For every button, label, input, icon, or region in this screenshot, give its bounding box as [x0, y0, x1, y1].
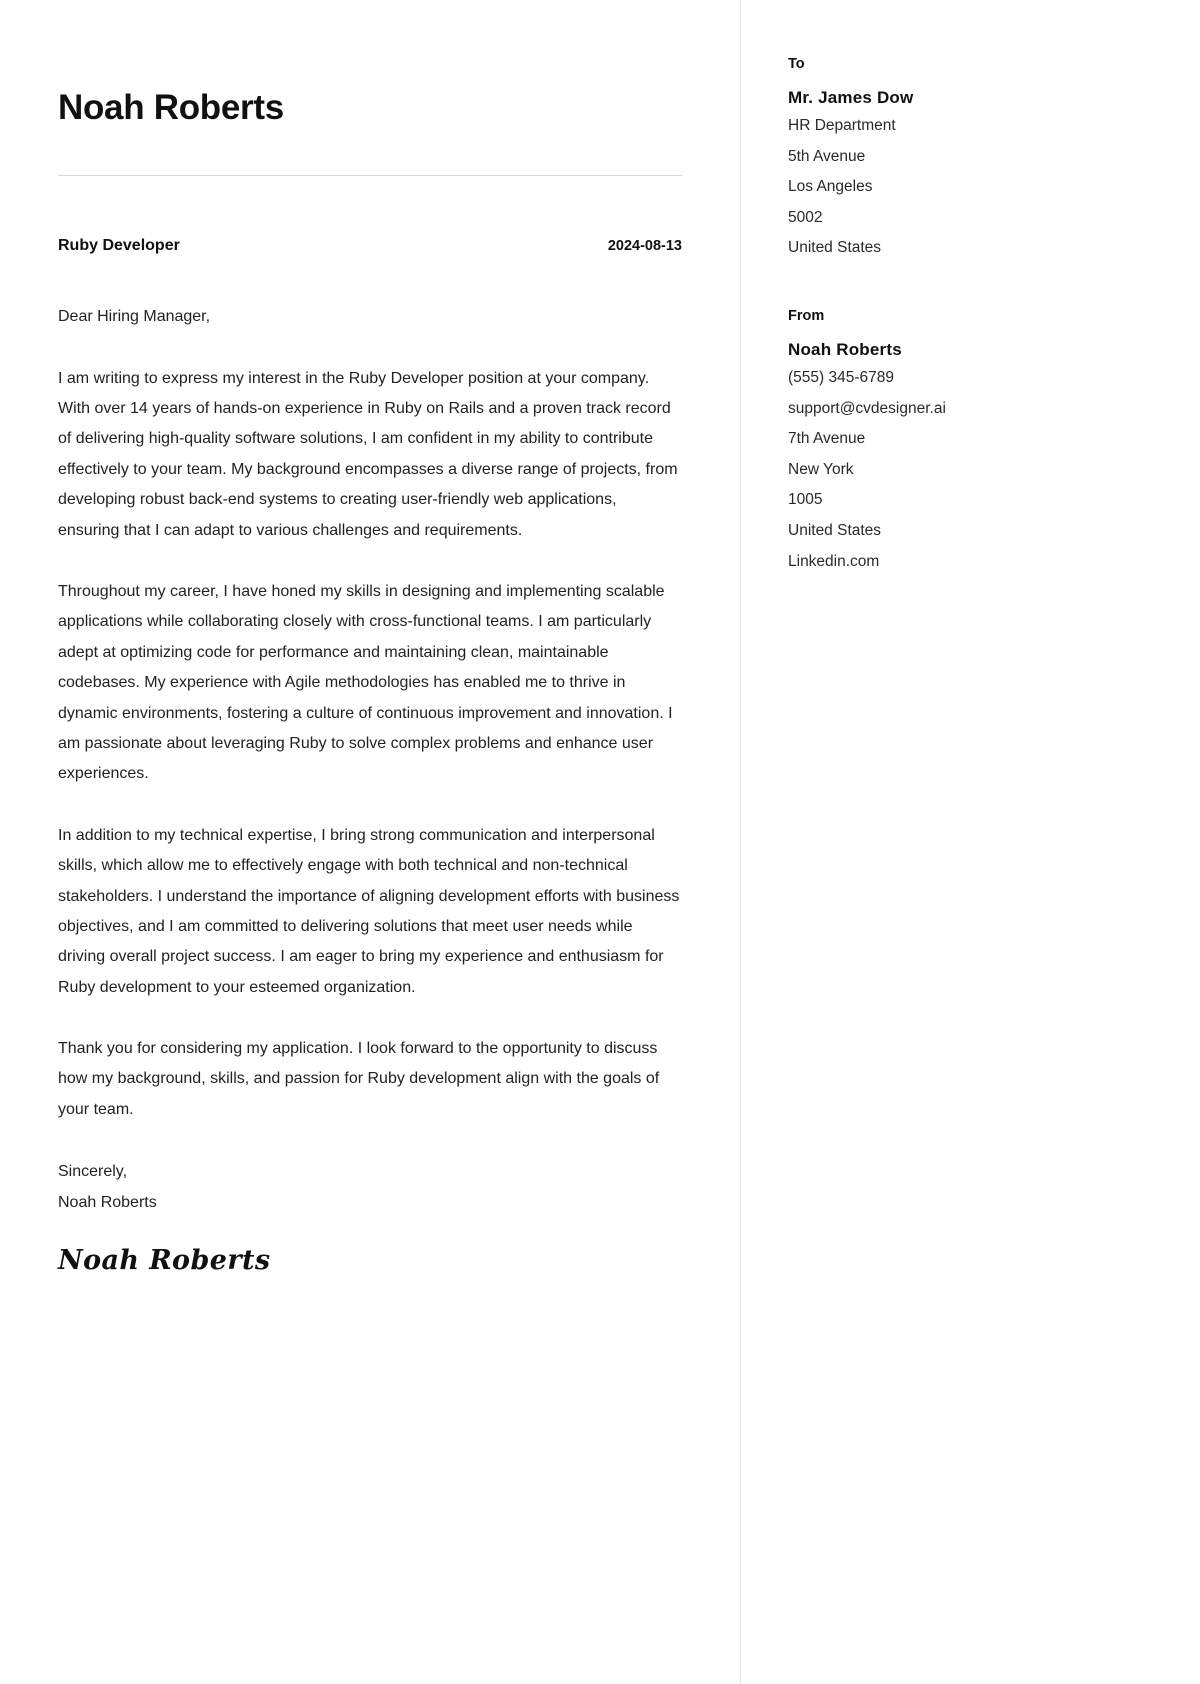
page-title: Noah Roberts	[58, 88, 284, 127]
closing-name: Noah Roberts	[58, 1194, 157, 1212]
recipient-line: United States	[788, 239, 882, 257]
letter-column: Noah Roberts Ruby Developer 2024-08-13 D…	[0, 0, 740, 1684]
sender-name: Noah Roberts	[788, 340, 902, 359]
sender-line: 1005	[788, 491, 823, 509]
closing-phrase: Sincerely,	[58, 1163, 128, 1181]
recipient-line: HR Department	[788, 117, 896, 135]
sender-line: United States	[788, 522, 882, 539]
cover-letter-page: Noah Roberts Ruby Developer 2024-08-13 D…	[0, 0, 1200, 1684]
body-paragraph: Thank you for considering my application…	[58, 1040, 660, 1118]
column-divider	[740, 0, 741, 1684]
closing-block: Sincerely, Noah Roberts	[58, 1156, 682, 1218]
recipient-label: To	[788, 56, 805, 72]
signature: Noah Roberts	[58, 1244, 271, 1276]
sender-phone: (555) 345-6789	[788, 369, 894, 387]
job-title: Ruby Developer	[58, 237, 180, 255]
sender-email: support@cvdesigner.ai	[788, 399, 946, 417]
sender-website: Linkedin.com	[788, 552, 880, 570]
sender-label: From	[788, 308, 825, 324]
title-date-row: Ruby Developer 2024-08-13	[58, 237, 682, 255]
recipient-line: Los Angeles	[788, 178, 873, 196]
body-paragraph: I am writing to express my interest in t…	[58, 369, 678, 539]
body-paragraph: In addition to my technical expertise, I…	[58, 826, 680, 996]
header-divider-rule	[58, 175, 682, 177]
recipient-block: To Mr. James Dow HR Department 5th Avenu…	[788, 56, 1160, 264]
sender-block: From Noah Roberts (555) 345-6789 support…	[788, 308, 1160, 577]
letter-date: 2024-08-13	[607, 238, 682, 255]
recipient-line: 5002	[788, 208, 823, 226]
sender-line: 7th Avenue	[788, 430, 866, 448]
salutation: Dear Hiring Manager,	[58, 308, 211, 326]
recipient-line: 5th Avenue	[788, 147, 866, 165]
body-paragraph: Throughout my career, I have honed my sk…	[58, 582, 673, 783]
meta-column: To Mr. James Dow HR Department 5th Avenu…	[740, 0, 1200, 1684]
recipient-name: Mr. James Dow	[788, 88, 914, 107]
sender-line: New York	[788, 460, 854, 478]
